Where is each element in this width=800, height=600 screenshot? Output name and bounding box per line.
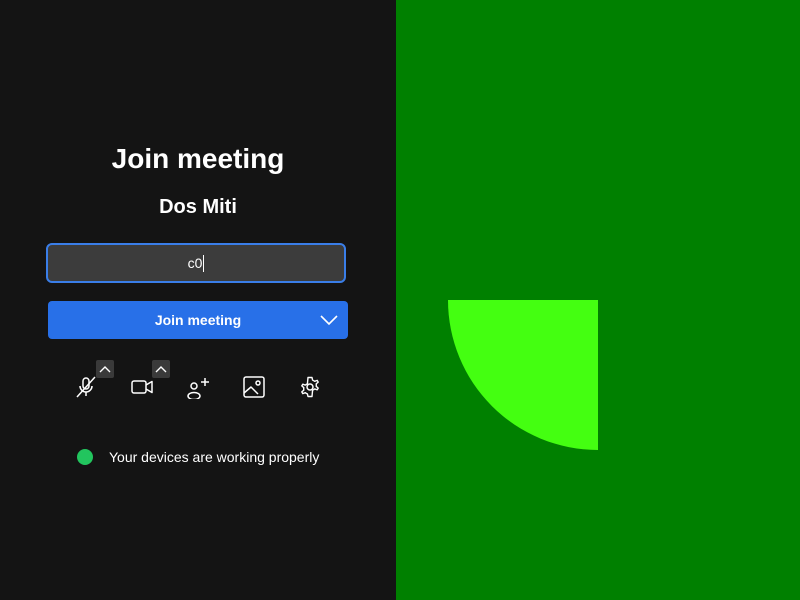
user-display-name: Dos Miti [159,196,237,218]
gear-icon [301,376,319,398]
name-input-value: c0 [187,255,203,271]
video-shape [448,300,598,450]
name-input[interactable]: c0 [46,243,346,283]
microphone-toggle-button[interactable] [72,373,100,401]
text-cursor [203,254,205,272]
video-icon [131,380,153,394]
image-icon [243,376,265,398]
mic-off-icon [76,376,96,398]
device-status-text: Your devices are working properly [109,449,320,465]
chevron-up-icon [155,366,167,373]
video-preview [396,0,800,600]
prejoin-screen: Join meeting Dos Miti c0 Join meeting Yo… [0,0,800,600]
device-status: Your devices are working properly [77,447,319,467]
camera-toggle-button[interactable] [128,373,156,401]
chevron-up-icon [99,366,111,373]
settings-button[interactable] [296,373,324,401]
add-person-icon [187,378,209,399]
background-effects-button[interactable] [240,373,268,401]
chevron-down-icon[interactable] [320,312,338,328]
status-indicator [77,449,93,465]
page-title: Join meeting [111,143,285,174]
invite-people-button[interactable] [184,373,212,401]
join-meeting-button-label: Join meeting [154,312,242,328]
join-meeting-button[interactable]: Join meeting [48,301,348,339]
join-panel: Join meeting Dos Miti c0 Join meeting Yo… [0,0,396,600]
